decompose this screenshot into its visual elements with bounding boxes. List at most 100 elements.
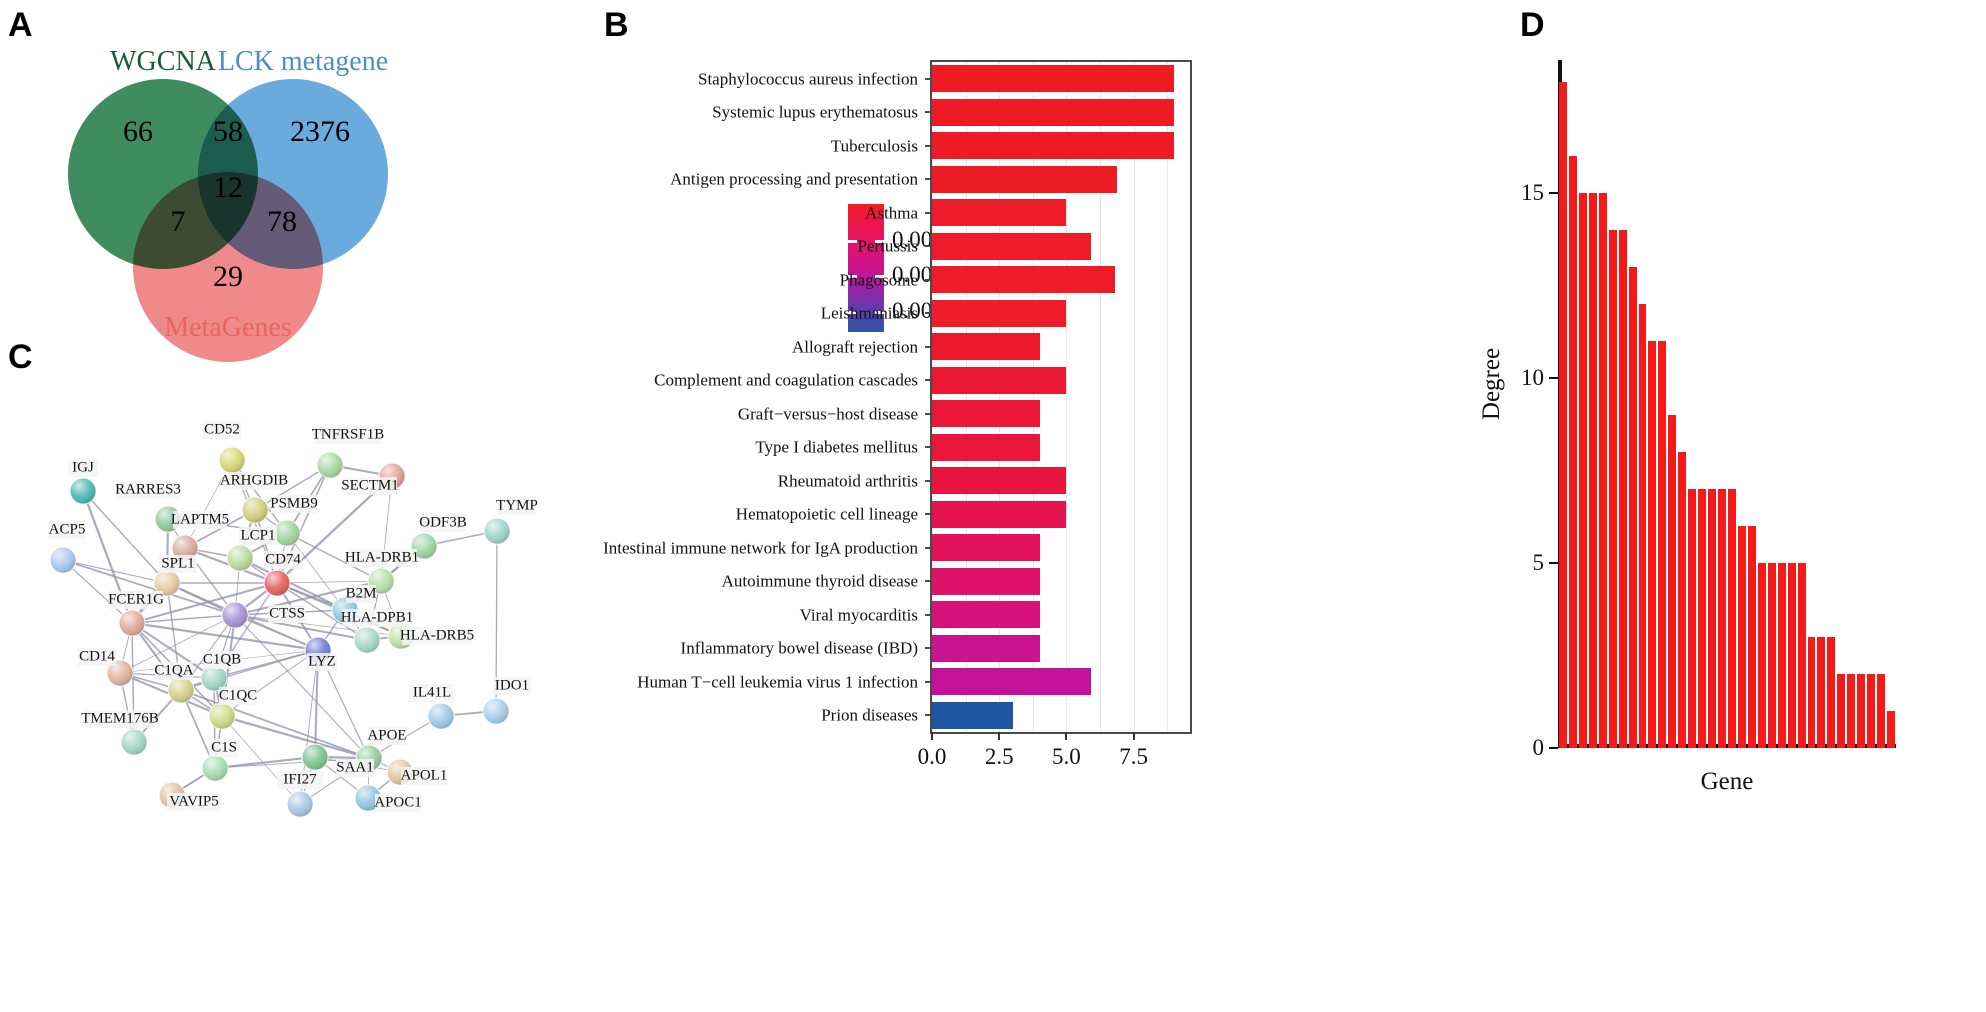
kegg-bar[interactable] [932, 668, 1091, 695]
panel-letter-d: D [1520, 6, 1545, 45]
kegg-bar[interactable] [932, 99, 1174, 126]
kegg-category-label: Prion diseases [821, 707, 918, 724]
kegg-bar[interactable] [932, 266, 1115, 293]
degree-bar[interactable] [1579, 193, 1587, 748]
degree-bar[interactable] [1648, 341, 1656, 748]
degree-bar[interactable] [1748, 526, 1756, 748]
degree-bar[interactable] [1569, 156, 1577, 748]
network-node-label: TNFRSF1B [312, 426, 385, 442]
network-node-shading [264, 570, 290, 596]
kegg-y-tick [925, 111, 932, 113]
degree-bar[interactable] [1559, 82, 1567, 748]
degree-bar[interactable] [1688, 489, 1696, 748]
network-node-label: B2M [346, 585, 377, 601]
network-node-shading [484, 518, 510, 544]
kegg-bar[interactable] [932, 534, 1040, 561]
network-node-label: PSMB9 [270, 495, 318, 511]
degree-bar[interactable] [1768, 563, 1776, 748]
degree-bar[interactable] [1867, 674, 1875, 748]
kegg-bar[interactable] [932, 132, 1174, 159]
degree-bar[interactable] [1629, 267, 1637, 748]
network-node-label: LYZ [308, 653, 336, 669]
kegg-bar[interactable] [932, 166, 1117, 193]
network-node-label: ACP5 [49, 521, 86, 537]
degree-bar[interactable] [1698, 489, 1706, 748]
degree-bar[interactable] [1678, 452, 1686, 748]
degree-bar[interactable] [1668, 415, 1676, 748]
kegg-gridline [1033, 62, 1034, 732]
kegg-bar[interactable] [932, 367, 1066, 394]
network-node-label: LAPTM5 [171, 511, 229, 527]
kegg-bar[interactable] [932, 434, 1040, 461]
network-node-label: C1QC [219, 687, 257, 703]
network-node-label: C1QA [154, 662, 193, 678]
degree-bar[interactable] [1658, 341, 1666, 748]
network-node-label: HLA-DPB1 [341, 609, 414, 625]
network-node-label: IGJ [72, 459, 94, 475]
kegg-bar[interactable] [932, 199, 1066, 226]
venn-set-label-wgcna: WGCNA [110, 46, 216, 78]
degree-bar[interactable] [1788, 563, 1796, 748]
kegg-bar[interactable] [932, 400, 1040, 427]
kegg-bar[interactable] [932, 300, 1066, 327]
kegg-gridline [1100, 62, 1101, 732]
degree-bar[interactable] [1708, 489, 1716, 748]
degree-bar[interactable] [1619, 230, 1627, 748]
venn-count-wgcna-lck: 58 [213, 115, 243, 149]
kegg-bar[interactable] [932, 467, 1066, 494]
network-node-label: CTSS [269, 605, 305, 621]
venn-count-wgcna-metagenes: 7 [171, 205, 186, 239]
degree-bar[interactable] [1847, 674, 1855, 748]
network-node-shading [119, 610, 145, 636]
kegg-y-tick [925, 513, 932, 515]
degree-bar[interactable] [1877, 674, 1885, 748]
network-node-shading [227, 545, 253, 571]
degree-bar[interactable] [1589, 193, 1597, 748]
degree-bar[interactable] [1718, 489, 1726, 748]
venn-diagram: WGCNA LCK metagene MetaGenes 66 58 2376 … [0, 0, 600, 340]
degree-y-tick-label: 5 [1533, 550, 1545, 576]
kegg-bar[interactable] [932, 333, 1040, 360]
degree-bar[interactable] [1857, 674, 1865, 748]
degree-bar[interactable] [1599, 193, 1607, 748]
degree-bar[interactable] [1817, 637, 1825, 748]
kegg-category-label: Hematopoietic cell lineage [736, 506, 918, 523]
network-node-shading [302, 744, 328, 770]
degree-bar[interactable] [1738, 526, 1746, 748]
colorbar-tick [848, 240, 857, 243]
kegg-bar[interactable] [932, 501, 1066, 528]
kegg-bar[interactable] [932, 65, 1174, 92]
network-node-shading [354, 627, 380, 653]
kegg-bar[interactable] [932, 601, 1040, 628]
network-node-shading [274, 520, 300, 546]
degree-bar[interactable] [1758, 563, 1766, 748]
degree-bar[interactable] [1798, 563, 1806, 748]
network-node-shading [50, 547, 76, 573]
kegg-y-tick [925, 279, 932, 281]
kegg-bar[interactable] [932, 635, 1040, 662]
kegg-y-tick [925, 413, 932, 415]
network-node-label: TMEM176B [81, 710, 159, 726]
degree-y-tick [1549, 377, 1558, 379]
network-node-label: HLA-DRB1 [345, 549, 419, 565]
kegg-bar[interactable] [932, 233, 1091, 260]
panel-b-kegg-barchart: B 0.000250.000500.00075 Staphylococcus a… [600, 0, 1390, 1012]
degree-bar[interactable] [1728, 489, 1736, 748]
degree-bar[interactable] [1639, 304, 1647, 748]
kegg-gridline [999, 62, 1000, 732]
kegg-bar[interactable] [932, 702, 1013, 729]
kegg-bar[interactable] [932, 568, 1040, 595]
degree-bar[interactable] [1837, 674, 1845, 748]
network-node-label: APOE [367, 727, 406, 743]
degree-bar[interactable] [1808, 637, 1816, 748]
degree-y-axis-title: Degree [1478, 324, 1506, 444]
kegg-gridline [1066, 62, 1067, 732]
kegg-category-label: Staphylococcus aureus infection [698, 70, 918, 87]
degree-bar[interactable] [1778, 563, 1786, 748]
degree-bar[interactable] [1887, 711, 1895, 748]
degree-bar[interactable] [1827, 637, 1835, 748]
degree-bar[interactable] [1609, 230, 1617, 748]
kegg-x-tick-label: 0.0 [918, 744, 947, 770]
kegg-plot-area: Staphylococcus aureus infection Systemic … [930, 60, 1192, 734]
network-node-shading [242, 497, 268, 523]
